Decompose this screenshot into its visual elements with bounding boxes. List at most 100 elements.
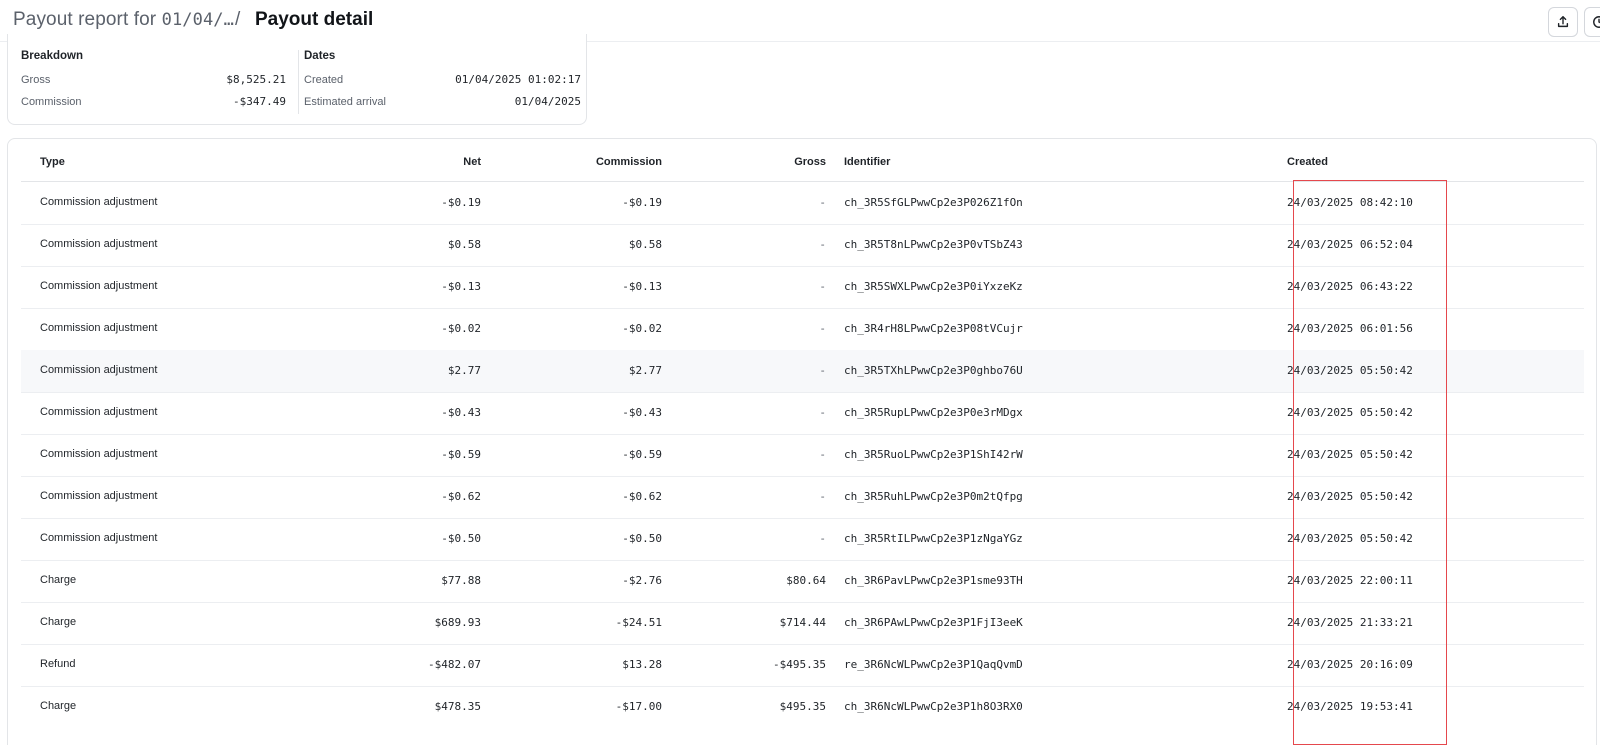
table-row[interactable]: Commission adjustment -$0.59 -$0.59 - ch… (21, 434, 1584, 477)
cell-net: -$0.59 (441, 448, 481, 461)
table-row[interactable]: Commission adjustment -$0.13 -$0.13 - ch… (21, 266, 1584, 309)
cell-gross: -$495.35 (773, 658, 826, 671)
cell-created: 24/03/2025 06:43:22 (1287, 280, 1413, 293)
cell-gross: - (819, 364, 826, 377)
cell-created: 24/03/2025 06:52:04 (1287, 238, 1413, 251)
cell-net: -$482.07 (428, 658, 481, 671)
cell-created: 24/03/2025 08:42:10 (1287, 196, 1413, 209)
created-label: Created (304, 74, 344, 86)
breadcrumb-parent-date: 01/04/… (161, 10, 234, 30)
cell-type: Charge (40, 574, 77, 586)
cell-commission: $13.28 (622, 658, 662, 671)
cell-net: $478.35 (434, 700, 481, 713)
cell-gross: $495.35 (779, 700, 826, 713)
breadcrumb-parent-label: Payout report for (13, 9, 157, 30)
cell-net: -$0.50 (441, 532, 481, 545)
page-title: Payout detail (255, 9, 374, 30)
cell-net: -$0.02 (441, 322, 481, 335)
table-row[interactable]: Charge $478.35 -$17.00 $495.35 ch_3R6NcW… (21, 686, 1584, 729)
cell-type: Commission adjustment (40, 280, 158, 292)
cell-created: 24/03/2025 21:33:21 (1287, 616, 1413, 629)
table-row[interactable]: Commission adjustment -$0.19 -$0.19 - ch… (21, 182, 1584, 225)
cell-identifier: re_3R6NcWLPwwCp2e3P1QaqQvmD (844, 658, 1023, 671)
cell-net: $689.93 (434, 616, 481, 629)
commission-label: Commission (21, 96, 82, 108)
cell-type: Commission adjustment (40, 532, 158, 544)
transactions-table: Type Net Commission Gross Identifier Cre… (7, 138, 1597, 745)
dates-section: Dates Created 01/04/2025 01:02:17 Estima… (304, 50, 581, 117)
cell-identifier: ch_3R4rH8LPwwCp2e3P08tVCujr (844, 322, 1023, 335)
cell-gross: - (819, 280, 826, 293)
more-button[interactable] (1584, 7, 1600, 37)
cell-type: Refund (40, 658, 76, 670)
cell-net: -$0.19 (441, 196, 481, 209)
cell-gross: - (819, 238, 826, 251)
cell-identifier: ch_3R5SWXLPwwCp2e3P0iYxzeKz (844, 280, 1023, 293)
cell-identifier: ch_3R5RuoLPwwCp2e3P1ShI42rW (844, 448, 1023, 461)
cell-commission: $2.77 (628, 364, 662, 377)
export-button[interactable] (1548, 7, 1578, 37)
cell-type: Commission adjustment (40, 322, 158, 334)
cell-gross: - (819, 448, 826, 461)
gross-value: $8,525.21 (226, 73, 286, 86)
cell-created: 24/03/2025 05:50:42 (1287, 406, 1413, 419)
cell-created: 24/03/2025 05:50:42 (1287, 448, 1413, 461)
clock-icon (1593, 16, 1600, 28)
estimated-arrival-value: 01/04/2025 (514, 95, 581, 108)
cell-commission: -$17.00 (615, 700, 662, 713)
column-header-commission[interactable]: Commission (596, 156, 662, 168)
column-header-type[interactable]: Type (40, 156, 65, 168)
cell-gross: - (819, 406, 826, 419)
table-row[interactable]: Commission adjustment -$0.43 -$0.43 - ch… (21, 392, 1584, 435)
column-header-net[interactable]: Net (463, 156, 481, 168)
cell-created: 24/03/2025 05:50:42 (1287, 364, 1413, 377)
cell-net: -$0.43 (441, 406, 481, 419)
dates-row-estimated-arrival: Estimated arrival 01/04/2025 (304, 95, 581, 117)
table-row[interactable]: Commission adjustment $0.58 $0.58 - ch_3… (21, 224, 1584, 267)
cell-commission: -$24.51 (615, 616, 662, 629)
cell-commission: $0.58 (628, 238, 662, 251)
cell-created: 24/03/2025 20:16:09 (1287, 658, 1413, 671)
column-header-created[interactable]: Created (1287, 156, 1328, 168)
payout-summary-card: Breakdown Gross $8,525.21 Commission -$3… (7, 34, 587, 125)
cell-created: 24/03/2025 22:00:11 (1287, 574, 1413, 587)
table-row[interactable]: Commission adjustment -$0.62 -$0.62 - ch… (21, 476, 1584, 519)
cell-identifier: ch_3R5RtILPwwCp2e3P1zNgaYGz (844, 532, 1023, 545)
dates-row-created: Created 01/04/2025 01:02:17 (304, 73, 581, 95)
cell-type: Commission adjustment (40, 196, 158, 208)
cell-type: Commission adjustment (40, 448, 158, 460)
breadcrumb-parent-link[interactable]: Payout report for 01/04/… (13, 9, 234, 31)
breakdown-title: Breakdown (21, 50, 83, 62)
table-row[interactable]: Commission adjustment -$0.50 -$0.50 - ch… (21, 518, 1584, 561)
table-header: Type Net Commission Gross Identifier Cre… (21, 139, 1584, 182)
cell-gross: - (819, 322, 826, 335)
table-row[interactable]: Commission adjustment -$0.02 -$0.02 - ch… (21, 308, 1584, 351)
cell-net: -$0.62 (441, 490, 481, 503)
dates-title: Dates (304, 50, 336, 62)
column-header-gross[interactable]: Gross (794, 156, 826, 168)
cell-created: 24/03/2025 19:53:41 (1287, 700, 1413, 713)
cell-identifier: ch_3R5RupLPwwCp2e3P0e3rMDgx (844, 406, 1023, 419)
cell-type: Commission adjustment (40, 364, 158, 376)
table-row[interactable]: Charge $689.93 -$24.51 $714.44 ch_3R6PAw… (21, 602, 1584, 645)
cell-net: $2.77 (447, 364, 481, 377)
upload-icon (1557, 16, 1569, 28)
table-row[interactable]: Commission adjustment $2.77 $2.77 - ch_3… (21, 350, 1584, 393)
estimated-arrival-label: Estimated arrival (304, 96, 386, 108)
cell-commission: -$0.02 (622, 322, 662, 335)
commission-value: -$347.49 (233, 95, 286, 108)
summary-divider (298, 50, 299, 114)
cell-net: $77.88 (441, 574, 481, 587)
cell-identifier: ch_3R5T8nLPwwCp2e3P0vTSbZ43 (844, 238, 1023, 251)
cell-gross: $80.64 (786, 574, 826, 587)
gross-label: Gross (21, 74, 51, 86)
table-row[interactable]: Charge $77.88 -$2.76 $80.64 ch_3R6PavLPw… (21, 560, 1584, 603)
cell-commission: -$0.19 (622, 196, 662, 209)
created-value: 01/04/2025 01:02:17 (455, 73, 581, 86)
column-header-identifier[interactable]: Identifier (844, 156, 890, 168)
cell-created: 24/03/2025 05:50:42 (1287, 490, 1413, 503)
breakdown-row-gross: Gross $8,525.21 (21, 73, 286, 95)
cell-type: Charge (40, 700, 77, 712)
cell-gross: - (819, 196, 826, 209)
table-row[interactable]: Refund -$482.07 $13.28 -$495.35 re_3R6Nc… (21, 644, 1584, 687)
